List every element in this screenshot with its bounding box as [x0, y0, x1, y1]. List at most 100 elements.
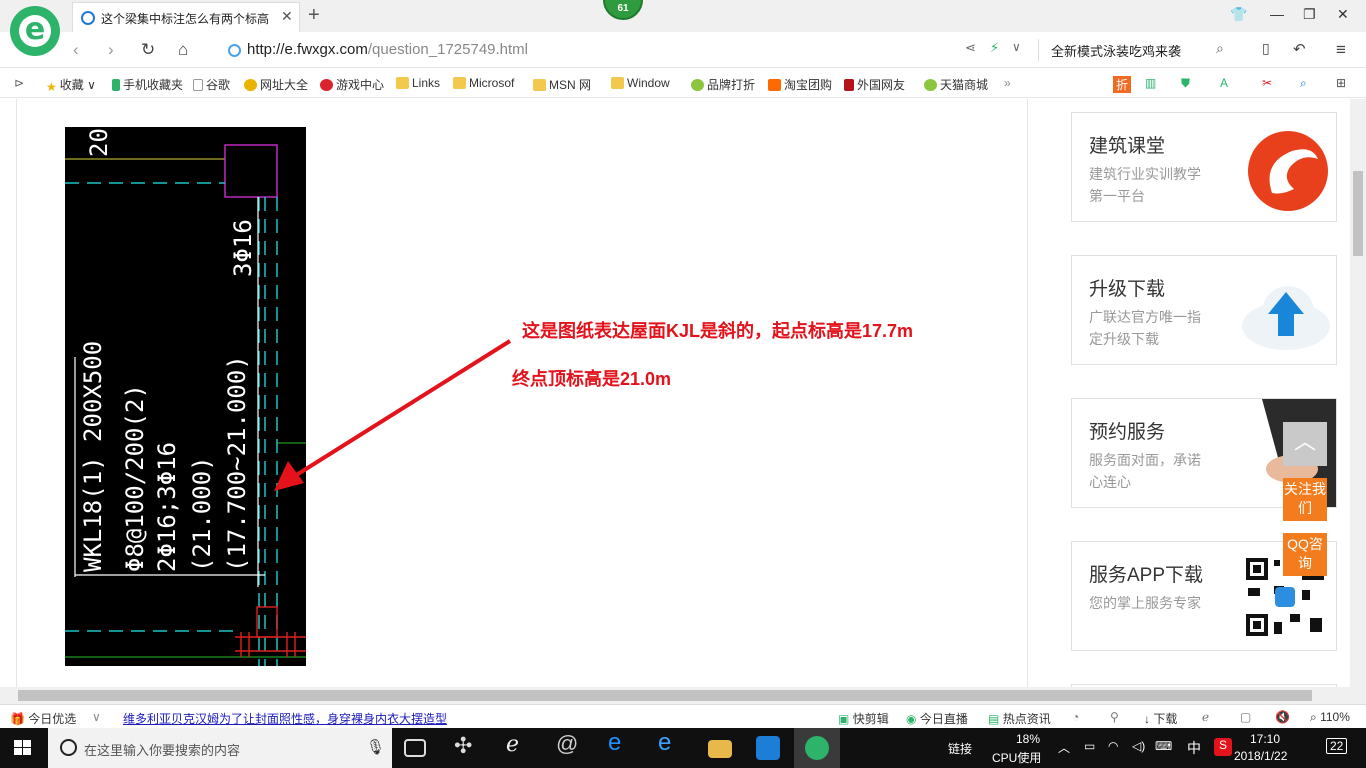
tab-close-icon[interactable]: ✕ — [281, 8, 293, 25]
magnifier-icon[interactable]: ⌕ — [1300, 76, 1307, 91]
battery-icon[interactable]: ▭ — [1084, 739, 1095, 753]
close-window-icon[interactable]: ✕ — [1337, 6, 1349, 23]
bookmark-favorites[interactable]: ★ 收藏 ∨ — [46, 76, 96, 94]
card-desc: 服务面对面，承诺心连心 — [1089, 452, 1201, 490]
follow-us-button[interactable]: 关注我们 — [1283, 478, 1327, 521]
qq-consult-button[interactable]: QQ咨询 — [1283, 533, 1327, 576]
card-upgrade-download[interactable]: 升级下载 广联达官方唯一指定升级下载 — [1071, 255, 1337, 365]
tray-expand-icon[interactable]: ︿ — [1058, 739, 1070, 756]
360-browser-icon[interactable] — [805, 736, 829, 760]
hot-news-button[interactable]: ▤ 热点资讯 — [988, 710, 1051, 727]
book-icon[interactable]: ▥ — [1145, 76, 1156, 90]
fan-app-icon[interactable]: ✣ — [454, 733, 478, 758]
weather-badge[interactable]: 61 — [603, 0, 643, 20]
glodon-logo-icon — [1248, 131, 1328, 211]
speed-icon[interactable]: ◔ — [1072, 710, 1079, 724]
ime-indicator[interactable]: 中 — [1187, 738, 1201, 758]
windows-start-icon[interactable] — [14, 740, 32, 756]
site-icon — [228, 44, 241, 57]
clock-time[interactable]: 17:10 — [1250, 732, 1280, 746]
sidebar-toggle-icon[interactable]: ⊳ — [14, 76, 24, 90]
task-view-icon[interactable] — [404, 739, 426, 757]
shirt-icon[interactable]: 👕 — [1230, 6, 1247, 23]
address-bar: ‹ › ↻ ⌂ http://e.fwxgx.com/question_1725… — [0, 32, 1366, 68]
wifi-icon[interactable]: ◠ — [1108, 739, 1118, 753]
notification-count[interactable]: 22 — [1326, 738, 1348, 754]
card-building-class[interactable]: 建筑课堂 建筑行业实训教学第一平台 — [1071, 112, 1337, 222]
horizontal-scroll-thumb[interactable] — [18, 690, 1312, 701]
bookmark-brand-sale[interactable]: 品牌打折 — [691, 76, 755, 93]
reload-icon[interactable]: ↻ — [141, 40, 155, 60]
undo-icon[interactable]: ↶ — [1293, 40, 1306, 58]
restore-icon[interactable]: ❐ — [1303, 6, 1316, 23]
file-explorer-icon[interactable] — [708, 740, 732, 758]
chevron-down-icon[interactable]: ∨ — [92, 710, 101, 724]
cad-text-top: 20 — [85, 128, 113, 157]
horizontal-scrollbar[interactable] — [0, 687, 1350, 704]
ie-mode-icon[interactable]: ℯ — [1202, 710, 1209, 724]
live-button[interactable]: ◉ 今日直播 — [906, 710, 968, 727]
card-title: 服务APP下载 — [1089, 565, 1204, 586]
forward-icon[interactable]: › — [108, 40, 114, 60]
page-content: 20 3Φ16 WKL18(1) 200X500 Φ8@100/200(2) 2… — [0, 99, 1350, 687]
menu-icon[interactable]: ≡ — [1336, 40, 1346, 60]
cloud-upload-icon — [1242, 286, 1330, 350]
link-label[interactable]: 链接 — [948, 740, 972, 757]
clock-date[interactable]: 2018/1/22 — [1234, 749, 1287, 763]
window-icon[interactable]: ▢ — [1240, 710, 1251, 724]
back-icon[interactable]: ‹ — [73, 40, 79, 60]
microphone-icon[interactable]: 🎙 — [366, 738, 385, 756]
today-picks[interactable]: 🎁 今日优选 — [10, 710, 76, 727]
bookmark-msn[interactable]: MSN 网 — [533, 76, 591, 93]
browser-tab[interactable]: 这个梁集中标注怎么有两个标高 ✕ — [72, 2, 300, 32]
edge-legacy-icon[interactable]: ℯ — [506, 731, 530, 756]
edge-icon[interactable]: e — [608, 729, 632, 756]
phone-icon[interactable]: ▯ — [1262, 40, 1270, 57]
mute-icon[interactable]: 🔇 — [1275, 710, 1290, 724]
bookmark-mobile[interactable]: 手机收藏夹 — [112, 76, 183, 93]
url-field[interactable]: http://e.fwxgx.com/question_1725749.html — [247, 41, 528, 58]
apps-grid-icon[interactable]: ⊞ — [1336, 76, 1346, 90]
vertical-scrollbar[interactable] — [1350, 99, 1366, 704]
bookmark-links[interactable]: Links — [396, 76, 440, 90]
swirl-app-icon[interactable]: @ — [556, 731, 580, 756]
keyboard-icon[interactable]: ⌨ — [1155, 739, 1172, 753]
home-icon[interactable]: ⌂ — [178, 40, 188, 60]
bookmark-taobao[interactable]: 淘宝团购 — [768, 76, 832, 93]
ie-icon[interactable]: e — [658, 729, 682, 756]
minimize-icon[interactable]: — — [1270, 6, 1284, 22]
more-bookmarks-icon[interactable]: » — [1004, 76, 1011, 90]
news-headline-link[interactable]: 维多利亚贝克汉姆为了让封面照性感，身穿裸身内衣大摆造型 — [123, 710, 447, 727]
zoom-level[interactable]: ⌕ 110% — [1310, 710, 1350, 725]
g-app-icon[interactable] — [756, 736, 780, 760]
cad-bars: 2Φ16;3Φ16 — [153, 442, 181, 572]
browser-logo-icon[interactable]: e — [10, 6, 60, 56]
back-to-top-icon[interactable]: ︿ — [1283, 422, 1327, 466]
status-bar: 🎁 今日优选 ∨ 维多利亚贝克汉姆为了让封面照性感，身穿裸身内衣大摆造型 ▣ 快… — [0, 704, 1366, 728]
search-input[interactable]: 全新模式泳装吃鸡来袭 — [1038, 39, 1238, 61]
download-button[interactable]: ↓ 下载 — [1144, 710, 1177, 727]
bookmark-windows[interactable]: Window — [611, 76, 670, 90]
bookmark-hao[interactable]: 网址大全 — [244, 76, 308, 93]
bookmark-tmall[interactable]: 天猫商城 — [924, 76, 988, 93]
translate-icon[interactable]: A — [1220, 76, 1228, 90]
scissors-icon[interactable]: ✂ — [1262, 76, 1272, 90]
bookmark-games[interactable]: 游戏中心 — [320, 76, 384, 93]
search-icon[interactable]: ⌕ — [1216, 40, 1224, 57]
kuaijian-button[interactable]: ▣ 快剪辑 — [838, 710, 889, 727]
chevron-down-icon[interactable]: ∨ — [1012, 40, 1021, 54]
sogou-icon[interactable]: S — [1214, 738, 1232, 756]
discount-icon[interactable]: 折 — [1113, 76, 1132, 93]
bookmark-foreign[interactable]: 外国网友 — [844, 76, 905, 93]
vertical-scroll-thumb[interactable] — [1353, 171, 1363, 256]
bookmark-microsoft[interactable]: Microsof — [453, 76, 514, 90]
bookmark-google[interactable]: 谷歌 — [193, 76, 230, 93]
taskbar-search-input[interactable]: 在这里输入你要搜索的内容 🎙 — [48, 728, 392, 768]
share-icon[interactable]: ⋖ — [965, 40, 976, 56]
new-tab-button[interactable]: + — [308, 4, 320, 27]
volume-icon[interactable]: ◁) — [1132, 739, 1145, 753]
card-desc: 广联达官方唯一指定升级下载 — [1089, 309, 1201, 347]
pin-icon[interactable]: ⚲ — [1110, 710, 1119, 724]
shield-icon[interactable]: ⛊ — [1181, 76, 1190, 91]
lightning-icon[interactable]: ⚡ — [990, 40, 999, 56]
